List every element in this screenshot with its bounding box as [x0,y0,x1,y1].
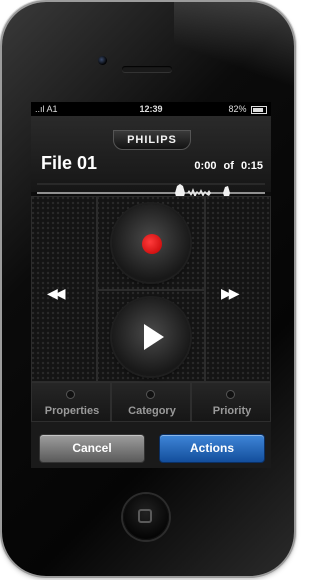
glass-glare [174,2,294,102]
home-button[interactable] [123,494,169,540]
time-separator: of [223,160,234,172]
time-readout: 0:00 of 0:15 [190,160,263,172]
fast-forward-icon[interactable]: ▶▶ [221,285,239,302]
status-bar: ..ıl A1 12:39 82% [31,102,271,116]
properties-indicator-icon [66,390,75,399]
home-square-icon [138,509,152,523]
play-button[interactable] [112,298,190,376]
tab-priority[interactable]: Priority [191,382,271,422]
brand-logo: PHILIPS [113,130,191,150]
record-icon [142,234,162,254]
app-screen: ..ıl A1 12:39 82% PHILIPS File 01 0:00 o… [31,102,271,468]
file-title: File 01 [41,153,98,173]
priority-indicator-icon [226,390,235,399]
tab-priority-label: Priority [212,405,252,417]
rewind-zone[interactable] [31,196,97,382]
earpiece-speaker [122,66,172,72]
battery-indicator: 82% [228,102,267,116]
info-tabs: Properties Category Priority [31,382,271,422]
front-camera [98,56,107,65]
fast-forward-zone[interactable] [205,196,271,382]
transport-panel: ◀◀ ▶▶ [31,196,271,382]
actions-button[interactable]: Actions [159,434,265,463]
recording-header: PHILIPS File 01 0:00 of 0:15 [31,116,271,203]
record-button[interactable] [112,204,190,282]
battery-icon [251,105,267,114]
bottom-toolbar: Cancel Actions [31,422,271,468]
phone-frame: ..ıl A1 12:39 82% PHILIPS File 01 0:00 o… [2,2,294,576]
tab-category[interactable]: Category [111,382,191,422]
elapsed-time: 0:00 [194,160,217,172]
play-icon [144,324,164,350]
battery-percent: 82% [228,104,247,114]
total-time: 0:15 [240,160,263,172]
category-indicator-icon [146,390,155,399]
tab-properties-label: Properties [44,405,100,417]
tab-properties[interactable]: Properties [31,382,111,422]
tab-category-label: Category [128,405,176,417]
cancel-button[interactable]: Cancel [39,434,145,463]
rewind-icon[interactable]: ◀◀ [47,285,65,302]
